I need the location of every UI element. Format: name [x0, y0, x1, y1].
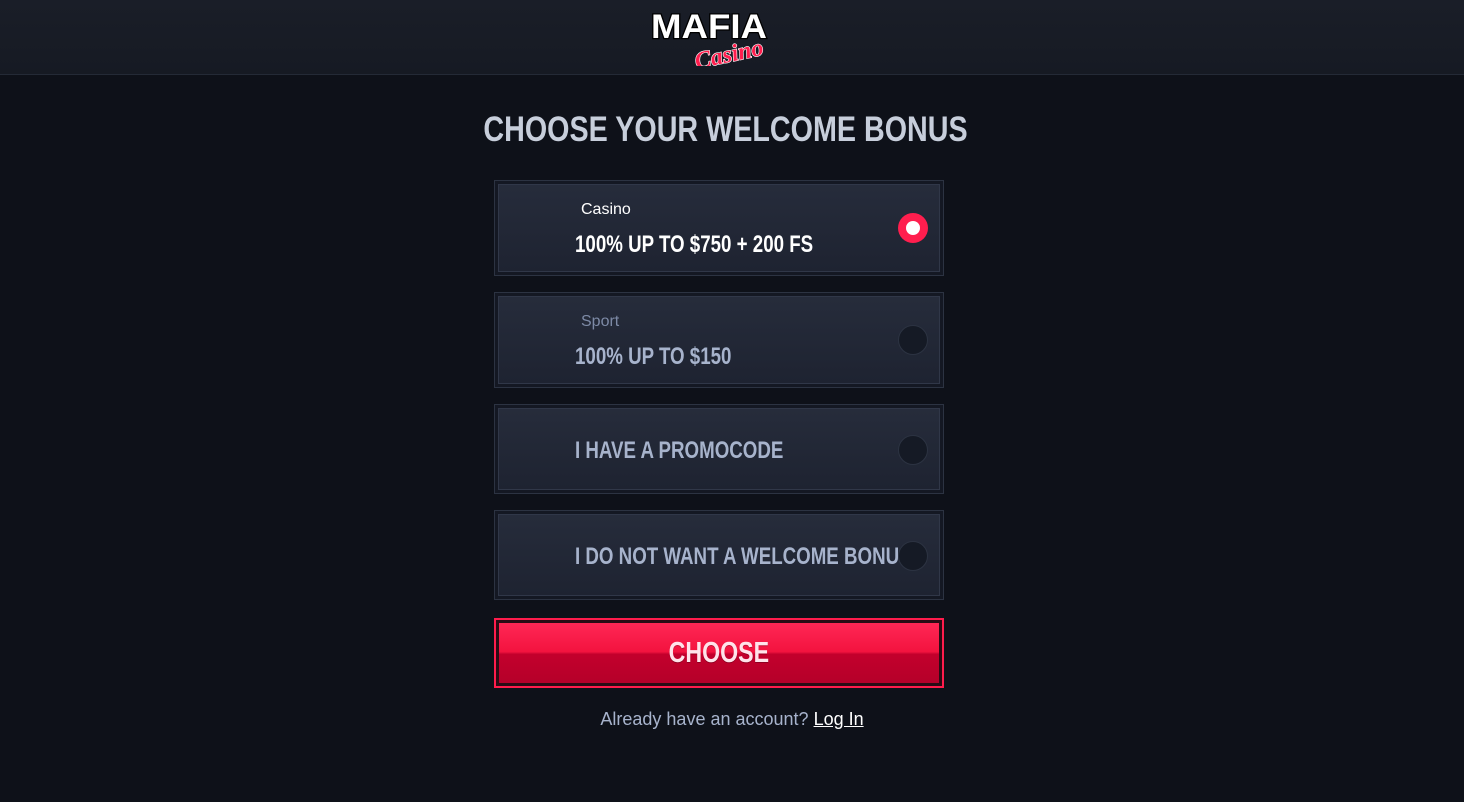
mafia-casino-logo[interactable]: MAFIA Casino — [648, 6, 790, 66]
choose-button[interactable]: CHOOSE — [499, 623, 939, 683]
option-label: 100% UP TO $750 + 200 FS — [575, 231, 814, 258]
login-prompt: Already have an account? — [600, 709, 809, 729]
page-title: CHOOSE YOUR WELCOME BONUS — [483, 110, 968, 149]
radio-selected-icon[interactable] — [898, 213, 928, 243]
login-prompt-line: Already have an account? Log In — [0, 709, 1464, 730]
choose-button-frame[interactable]: CHOOSE — [494, 618, 944, 688]
radio-empty-icon[interactable] — [898, 435, 928, 465]
radio-empty-icon[interactable] — [898, 325, 928, 355]
bonus-option-casino[interactable]: Casino 100% UP TO $750 + 200 FS — [494, 180, 944, 276]
choose-button-label: CHOOSE — [668, 636, 770, 669]
bonus-option-no-bonus[interactable]: I DO NOT WANT A WELCOME BONUS — [494, 510, 944, 600]
option-label: I DO NOT WANT A WELCOME BONUS — [575, 543, 912, 570]
bonus-option-sport[interactable]: Sport 100% UP TO $150 — [494, 292, 944, 388]
option-label: 100% UP TO $150 — [575, 343, 732, 370]
radio-empty-icon[interactable] — [898, 541, 928, 571]
login-link[interactable]: Log In — [814, 709, 864, 729]
option-label: I HAVE A PROMOCODE — [575, 437, 784, 464]
option-subtitle: Casino — [581, 201, 631, 218]
option-subtitle: Sport — [581, 313, 620, 330]
top-header: MAFIA Casino — [0, 0, 1464, 75]
bonus-options-list: Casino 100% UP TO $750 + 200 FS Sport 10… — [494, 180, 944, 616]
bonus-option-promocode[interactable]: I HAVE A PROMOCODE — [494, 404, 944, 494]
